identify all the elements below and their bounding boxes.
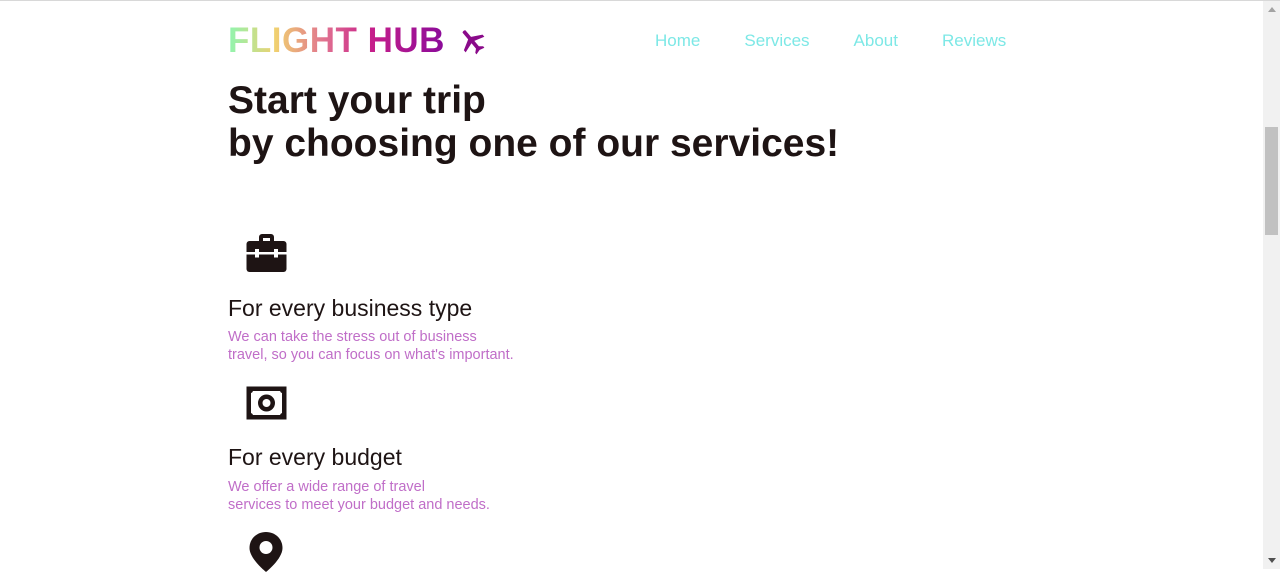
nav-link-about[interactable]: About: [854, 31, 898, 51]
vertical-scrollbar[interactable]: [1263, 1, 1280, 569]
main-nav: Home Services About Reviews: [655, 31, 1050, 51]
service-description: We can take the stress out of business t…: [228, 329, 548, 364]
map-pin-icon: [249, 532, 283, 572]
nav-link-services[interactable]: Services: [744, 31, 809, 51]
service-description: We offer a wide range of travel services…: [228, 479, 548, 514]
service-description-line: services to meet your budget and needs.: [228, 496, 490, 513]
scroll-down-button[interactable]: [1263, 552, 1280, 569]
hero-line-1: Start your trip: [228, 79, 486, 122]
briefcase-icon: [246, 234, 287, 272]
page: FLIGHT HUB Home Services About Reviews S…: [0, 1, 1263, 572]
nav-link-home[interactable]: Home: [655, 31, 700, 51]
arrow-down-icon: [1267, 558, 1276, 563]
plane-icon: [462, 30, 485, 55]
logo[interactable]: FLIGHT HUB: [228, 19, 487, 63]
money-bill-icon: [246, 386, 287, 420]
arrow-up-icon: [1267, 7, 1276, 12]
service-description-line: travel, so you can focus on what's impor…: [228, 346, 514, 363]
hero-heading: Start your trip by choosing one of our s…: [228, 79, 839, 165]
scrollbar-thumb[interactable]: [1265, 127, 1278, 235]
logo-text: FLIGHT HUB: [228, 19, 445, 63]
service-description-line: We can take the stress out of business: [228, 329, 477, 345]
hero-line-2: by choosing one of our services!: [228, 122, 840, 165]
service-description-line: We offer a wide range of travel: [228, 479, 425, 495]
service-title: For every business type: [228, 295, 473, 321]
service-title: For every budget: [228, 444, 402, 470]
nav-link-reviews[interactable]: Reviews: [942, 31, 1006, 51]
scroll-up-button[interactable]: [1263, 1, 1280, 18]
